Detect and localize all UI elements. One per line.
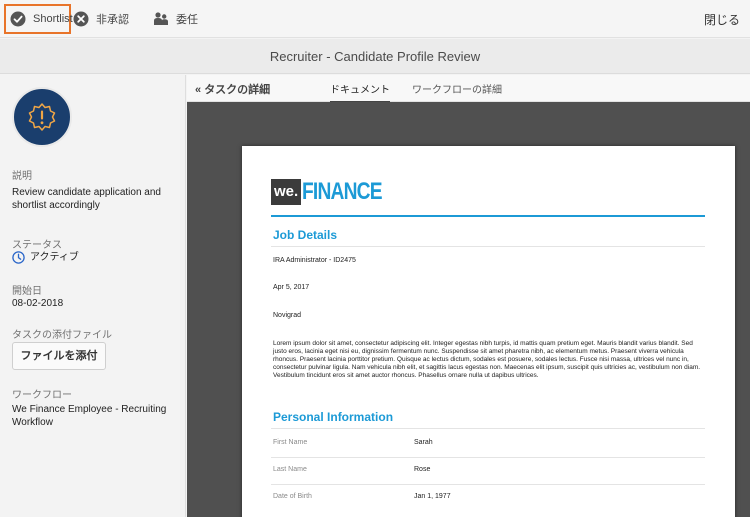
people-icon	[153, 11, 169, 27]
first-name-value: Sarah	[414, 439, 433, 446]
page-title: Recruiter - Candidate Profile Review	[0, 39, 750, 74]
date-of-birth-label: Date of Birth	[273, 493, 312, 500]
close-button[interactable]: 閉じる	[704, 11, 740, 28]
delegate-label: 委任	[176, 14, 198, 26]
attachments-label: タスクの添付ファイル	[12, 330, 112, 341]
avatar	[12, 87, 72, 147]
delegate-button[interactable]: 委任	[153, 4, 198, 34]
attach-file-button[interactable]: ファイルを添付	[12, 342, 106, 370]
action-toolbar: Shortlist 非承認 委任 閉じる	[0, 0, 750, 38]
personal-info-heading: Personal Information	[273, 410, 394, 424]
workflow-value: We Finance Employee - Recruiting Workflo…	[12, 404, 167, 428]
header-divider	[271, 215, 705, 217]
start-date-value: 08-02-2018	[12, 298, 64, 309]
document-viewer[interactable]: we. FINANCE Job Details IRA Administrato…	[187, 102, 750, 517]
document-tabs: « タスクの詳細 ドキュメント ワークフローの詳細	[187, 75, 750, 103]
field-divider	[271, 457, 705, 458]
task-details-sidebar: 説明 Review candidate application and shor…	[0, 75, 186, 517]
date-of-birth-value: Jan 1, 1977	[414, 493, 451, 500]
shortlist-button[interactable]: Shortlist	[4, 4, 73, 34]
tab-document[interactable]: ドキュメント	[330, 81, 390, 103]
shortlist-label: Shortlist	[33, 13, 73, 25]
start-date-label: 開始日	[12, 286, 42, 297]
last-name-value: Rose	[414, 466, 431, 473]
reject-button[interactable]: 非承認	[73, 4, 129, 34]
company-logo: we. FINANCE	[271, 179, 402, 205]
job-title-text: IRA Administrator - ID2475	[273, 257, 356, 264]
check-circle-icon	[10, 11, 26, 27]
job-date-text: Apr 5, 2017	[273, 284, 310, 291]
tab-workflow-details[interactable]: ワークフローの詳細	[412, 81, 502, 96]
logo-finance: FINANCE	[302, 178, 383, 205]
description-value: Review candidate application and shortli…	[12, 187, 161, 211]
first-name-label: First Name	[273, 439, 308, 446]
logo-we: we.	[271, 179, 302, 205]
job-details-heading: Job Details	[273, 228, 338, 242]
description-label: 説明	[12, 171, 32, 182]
back-link-label: タスクの詳細	[204, 84, 271, 96]
document-page: we. FINANCE Job Details IRA Administrato…	[242, 146, 735, 517]
status-value: アクティブ	[30, 252, 79, 263]
job-location-text: Novigrad	[273, 312, 302, 319]
status-badge: アクティブ	[12, 251, 172, 264]
clock-icon	[12, 251, 25, 264]
reject-label: 非承認	[96, 14, 129, 26]
section-divider	[271, 246, 705, 247]
workflow-label: ワークフロー	[12, 390, 72, 401]
x-circle-icon	[73, 11, 89, 27]
double-chevron-left-icon: «	[195, 84, 202, 96]
status-label: ステータス	[12, 240, 62, 251]
field-divider	[271, 484, 705, 485]
job-description-text: Lorem ipsum dolor sit amet, consectetur …	[273, 340, 701, 379]
alert-gear-icon	[27, 102, 57, 132]
back-to-task-details-link[interactable]: « タスクの詳細	[195, 81, 270, 97]
section-divider	[271, 428, 705, 429]
last-name-label: Last Name	[273, 466, 307, 473]
